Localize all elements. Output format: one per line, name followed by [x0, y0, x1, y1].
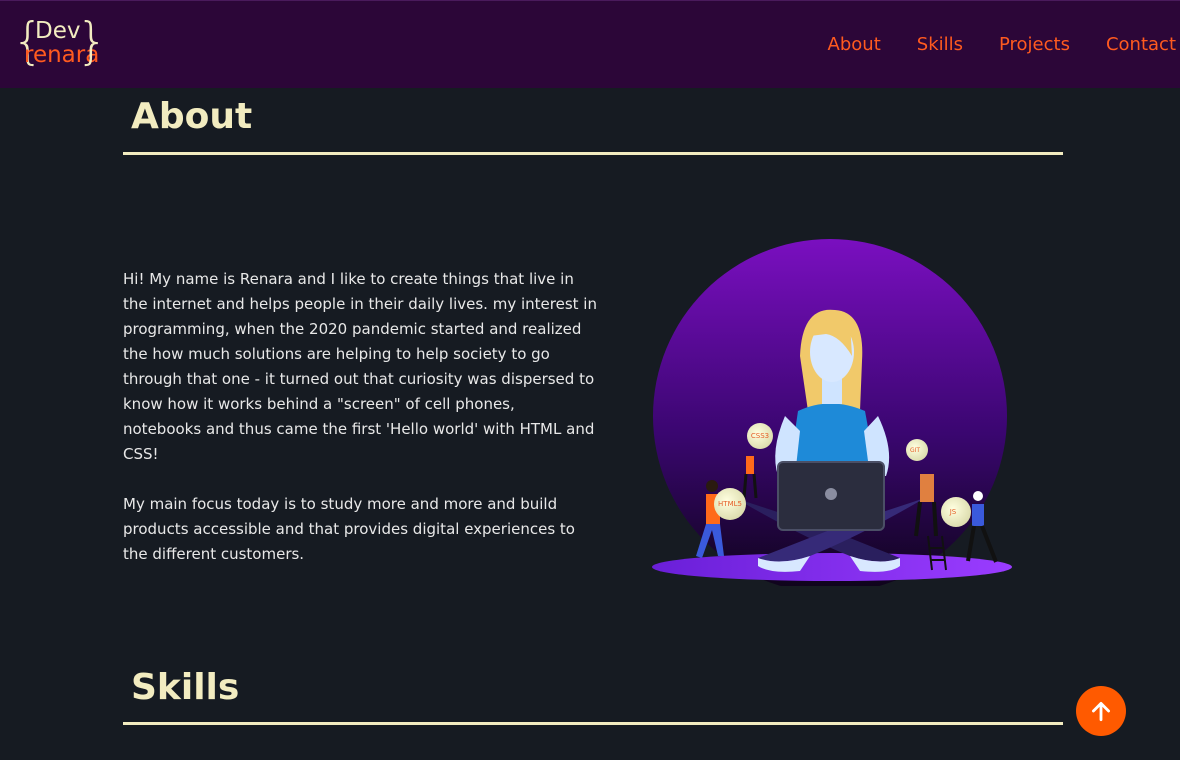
- site-logo[interactable]: { Dev renara }: [12, 16, 108, 72]
- nav-link-skills[interactable]: Skills: [917, 34, 963, 55]
- badge-git-label: GIT: [910, 447, 920, 454]
- about-paragraph-1: Hi! My name is Renara and I like to crea…: [123, 270, 597, 463]
- badge-git: GIT: [906, 439, 928, 461]
- badge-js: JS: [941, 497, 971, 527]
- main-nav: About Skills Projects Contact: [828, 34, 1176, 55]
- badge-css3: CSS3: [747, 423, 773, 449]
- skills-divider: [123, 722, 1063, 725]
- developer-illustration: CSS3 GIT HTML5 JS: [652, 239, 1012, 586]
- scroll-to-top-button[interactable]: [1076, 686, 1126, 736]
- floor-shadow: [652, 553, 1012, 581]
- nav-link-contact[interactable]: Contact: [1106, 34, 1176, 55]
- nav-link-about[interactable]: About: [828, 34, 881, 55]
- nav-link-projects[interactable]: Projects: [999, 34, 1070, 55]
- badge-css3-label: CSS3: [751, 432, 769, 440]
- about-paragraph-2: My main focus today is to study more and…: [123, 495, 575, 563]
- logo-text-dev: Dev: [35, 18, 81, 44]
- about-title: About: [131, 96, 253, 137]
- badge-js-label: JS: [949, 508, 957, 516]
- top-header: { Dev renara } About Skills Projects Con…: [0, 0, 1180, 88]
- about-divider: [123, 152, 1063, 155]
- arrow-up-icon: [1092, 702, 1110, 722]
- about-description: Hi! My name is Renara and I like to crea…: [123, 267, 597, 567]
- logo-brace-right: }: [76, 12, 108, 70]
- badge-html5: HTML5: [714, 488, 746, 520]
- badge-html5-label: HTML5: [718, 500, 742, 508]
- skills-title: Skills: [131, 667, 240, 708]
